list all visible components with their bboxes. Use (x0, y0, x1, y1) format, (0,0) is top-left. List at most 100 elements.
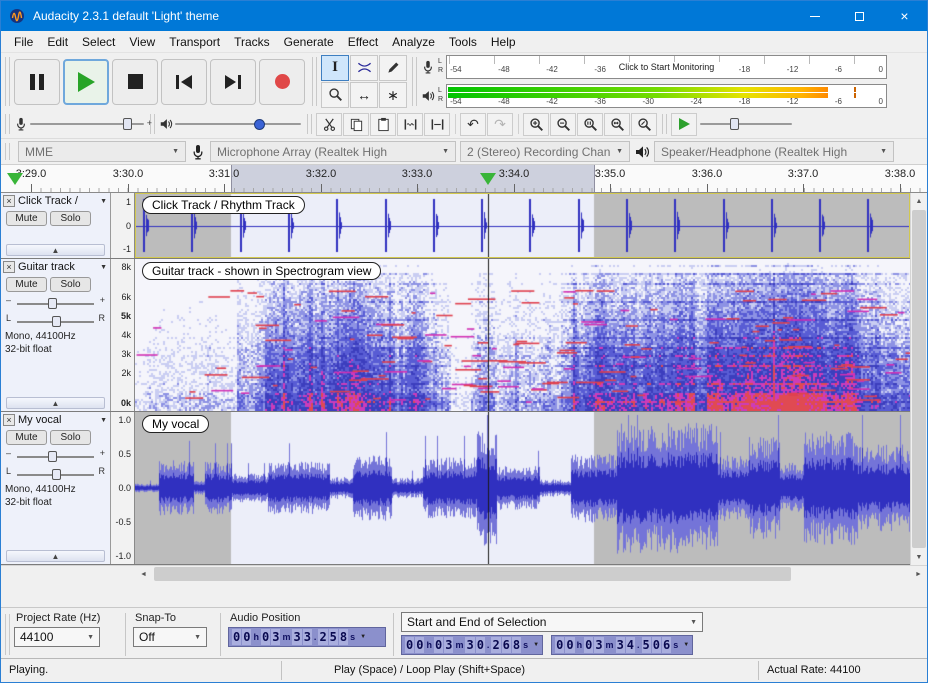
track-menu-icon[interactable]: ▼ (100, 198, 108, 205)
silence-audio-button[interactable] (424, 113, 450, 136)
recording-meter[interactable]: L R -54-48-42-36-30-24-18-12-60 Click to… (421, 54, 887, 80)
zoom-in-button[interactable] (523, 113, 549, 136)
pause-button[interactable] (14, 59, 60, 105)
recording-meter-body[interactable]: -54-48-42-36-30-24-18-12-60 Click to Sta… (446, 55, 887, 79)
zoom-tool-button[interactable] (321, 82, 349, 108)
menu-file[interactable]: File (7, 35, 40, 49)
guitar-spectrogram[interactable] (135, 259, 910, 411)
menu-help[interactable]: Help (484, 35, 523, 49)
mute-button[interactable]: Mute (6, 277, 47, 292)
gain-thumb[interactable] (48, 298, 57, 309)
envelope-tool-button[interactable] (350, 55, 378, 81)
pan-slider[interactable]: L R (9, 314, 102, 330)
play-at-speed-grip[interactable] (662, 114, 667, 134)
copy-button[interactable] (343, 113, 369, 136)
pinned-playhead-icon[interactable] (7, 173, 23, 185)
minimize-button[interactable] (792, 1, 837, 31)
mute-button[interactable]: Mute (6, 211, 47, 226)
menu-edit[interactable]: Edit (40, 35, 75, 49)
zoom-toggle-button[interactable] (631, 113, 657, 136)
selection-range-mode-select[interactable]: Start and End of Selection ▼ (401, 612, 703, 632)
selection-end-marker[interactable] (594, 165, 595, 192)
collapse-button[interactable]: ▲ (6, 550, 105, 562)
monitoring-hint[interactable]: Click to Start Monitoring (613, 62, 721, 72)
gain-slider[interactable]: – + (9, 449, 102, 465)
track-name[interactable]: Click Track / (18, 195, 97, 207)
pan-slider[interactable]: L R (9, 467, 102, 483)
pan-thumb[interactable] (52, 469, 61, 480)
playback-volume-thumb[interactable] (254, 119, 265, 130)
menu-effect[interactable]: Effect (341, 35, 385, 49)
track-vocal-content[interactable]: My vocal (135, 412, 910, 564)
timeline-ruler[interactable]: 3:29.0 3:30.0 3:31.0 3:32.0 3:33.0 3:34.… (1, 165, 927, 193)
track-close-button[interactable]: × (3, 195, 15, 207)
playback-meter-body[interactable]: -54-48-42-36-30-24-18-12-60 (446, 84, 887, 108)
gain-thumb[interactable] (48, 451, 57, 462)
multi-tool-button[interactable]: ∗ (379, 82, 407, 108)
paste-button[interactable] (370, 113, 396, 136)
stop-button[interactable] (112, 59, 158, 105)
recording-volume-slider[interactable]: + (28, 115, 146, 133)
play-button[interactable] (63, 59, 109, 105)
track-menu-icon[interactable]: ▼ (100, 417, 108, 424)
menu-select[interactable]: Select (75, 35, 122, 49)
track-close-button[interactable]: × (3, 414, 15, 426)
horizontal-scrollbar-thumb[interactable] (154, 567, 791, 581)
skip-to-end-button[interactable] (210, 59, 256, 105)
mixer-toolbar-grip[interactable] (5, 114, 10, 134)
zoom-out-button[interactable] (550, 113, 576, 136)
input-channels-select[interactable]: 2 (Stereo) Recording Chan ▼ (460, 141, 630, 162)
menu-transport[interactable]: Transport (162, 35, 227, 49)
skip-to-start-button[interactable] (161, 59, 207, 105)
track-guitar-control-panel[interactable]: × Guitar track ▼ Mute Solo – + L R (1, 259, 111, 411)
track-click-content[interactable]: Click Track / Rhythm Track (135, 193, 910, 258)
menu-analyze[interactable]: Analyze (385, 35, 442, 49)
track-guitar-vertical-ruler[interactable]: 8k 6k 5k 4k 3k 2k 0k (111, 259, 135, 411)
close-button[interactable]: × (882, 1, 927, 31)
collapse-button[interactable]: ▲ (6, 397, 105, 409)
scroll-up-button[interactable]: ▲ (911, 193, 927, 209)
track-guitar-content[interactable]: Guitar track - shown in Spectrogram view (135, 259, 910, 411)
scroll-down-button[interactable]: ▼ (911, 549, 927, 565)
horizontal-scrollbar-track[interactable] (152, 566, 910, 582)
fit-project-button[interactable] (604, 113, 630, 136)
host-select[interactable]: MME ▼ (18, 141, 186, 162)
selection-tool-button[interactable]: I (321, 55, 349, 81)
timeshift-tool-button[interactable]: ↔ (350, 82, 378, 108)
track-name[interactable]: Guitar track (18, 261, 97, 273)
gain-slider[interactable]: – + (9, 296, 102, 312)
menu-view[interactable]: View (122, 35, 162, 49)
vertical-scrollbar-thumb[interactable] (912, 210, 926, 548)
track-name[interactable]: My vocal (18, 414, 97, 426)
track-click-control-panel[interactable]: × Click Track / ▼ Mute Solo ▲ (1, 193, 111, 258)
audio-position-field[interactable]: 00h03m33.258s▼ (228, 627, 386, 647)
solo-button[interactable]: Solo (50, 430, 91, 445)
trim-audio-button[interactable] (397, 113, 423, 136)
scroll-left-button[interactable]: ◄ (135, 566, 152, 583)
fit-selection-button[interactable] (577, 113, 603, 136)
input-device-select[interactable]: Microphone Array (Realtek High ▼ (210, 141, 456, 162)
selection-end-field[interactable]: 00h03m34.506s▼ (551, 635, 693, 655)
tools-toolbar-grip[interactable] (312, 57, 317, 106)
selection-start-field[interactable]: 00h03m30.268s▼ (401, 635, 543, 655)
undo-button[interactable]: ↶ (460, 113, 486, 136)
solo-button[interactable]: Solo (50, 277, 91, 292)
edit-toolbar-grip[interactable] (307, 114, 312, 134)
menu-generate[interactable]: Generate (277, 35, 341, 49)
track-click-vertical-ruler[interactable]: 1 0 -1 (111, 193, 135, 258)
draw-tool-button[interactable] (379, 55, 407, 81)
play-speed-thumb[interactable] (730, 118, 739, 130)
horizontal-scrollbar[interactable]: ◄ ► (135, 565, 927, 582)
snap-to-select[interactable]: Off ▼ (133, 627, 207, 647)
playback-volume-slider[interactable] (173, 115, 303, 133)
device-toolbar-grip[interactable] (5, 143, 10, 160)
play-at-speed-button[interactable] (671, 113, 697, 136)
track-vocal-control-panel[interactable]: × My vocal ▼ Mute Solo – + L R (1, 412, 111, 564)
playhead-indicator[interactable] (480, 173, 496, 185)
title-bar[interactable]: Audacity 2.3.1 default 'Light' theme × (1, 1, 927, 31)
selection-toolbar-grip[interactable] (5, 614, 10, 655)
track-vocal-vertical-ruler[interactable]: 1.0 0.5 0.0 -0.5 -1.0 (111, 412, 135, 564)
project-rate-select[interactable]: 44100 ▼ (14, 627, 100, 647)
track-close-button[interactable]: × (3, 261, 15, 273)
cut-button[interactable] (316, 113, 342, 136)
